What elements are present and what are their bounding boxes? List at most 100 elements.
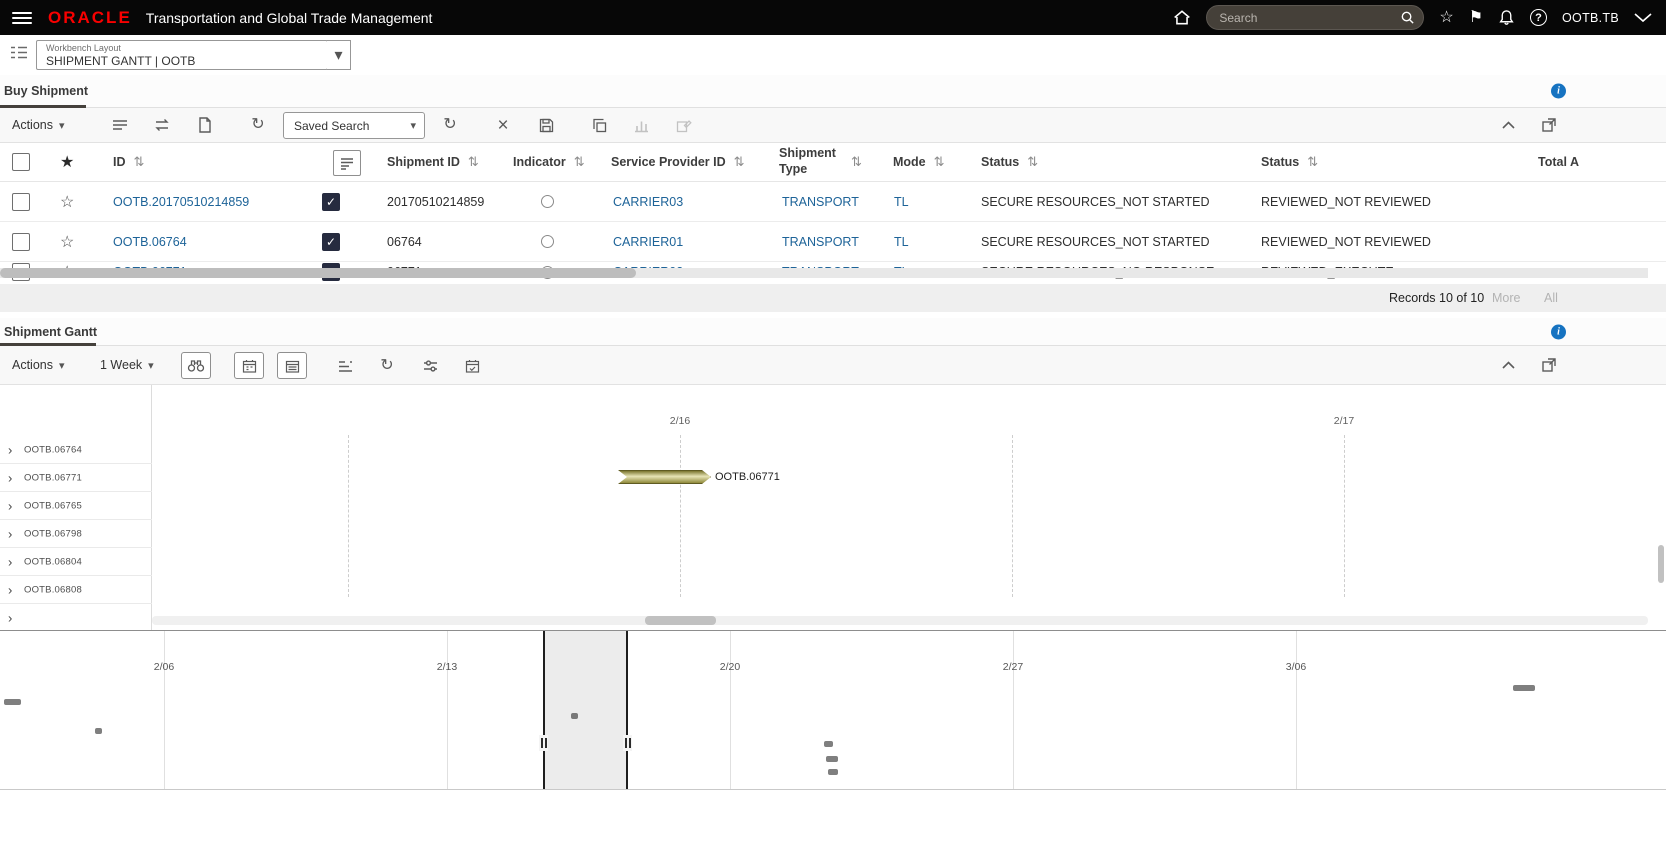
info-icon[interactable] [1551, 83, 1566, 99]
mode-link[interactable]: TL [894, 222, 909, 261]
shipment-type-link[interactable]: TRANSPORT [782, 182, 859, 221]
service-provider-link[interactable]: CARRIER03 [613, 182, 683, 221]
sort-icon[interactable] [1027, 154, 1038, 170]
table-row[interactable]: OOTB.20170510214859 20170510214859 CARRI… [0, 182, 1666, 222]
info-icon[interactable] [1551, 324, 1566, 339]
schedule-calendar-icon[interactable] [458, 352, 486, 380]
sort-icon[interactable] [851, 154, 862, 170]
gantt-shipment-bar[interactable] [618, 470, 711, 484]
gantt-row-header[interactable]: OOTB.06804 [0, 548, 152, 576]
gantt-chart-area[interactable]: 2/16 2/17 OOTB.06764 OOTB.06771 OOTB.067… [0, 385, 1666, 630]
overview-shipment-mark [828, 769, 838, 775]
tab-shipment-gantt[interactable]: Shipment Gantt [4, 325, 97, 339]
gantt-zoom-range-button[interactable]: 1 Week [100, 346, 154, 384]
flag-icon[interactable] [1469, 10, 1483, 26]
tab-buy-shipment[interactable]: Buy Shipment [4, 84, 88, 98]
all-button[interactable]: All [1544, 291, 1558, 305]
table-menu-button[interactable] [333, 150, 361, 176]
service-provider-link[interactable]: CARRIER01 [613, 222, 683, 261]
notifications-bell-icon[interactable] [1498, 9, 1515, 26]
expand-chevron-icon[interactable] [8, 612, 12, 625]
selection-left-resize-handle[interactable] [539, 735, 548, 751]
sort-icon[interactable] [134, 154, 145, 170]
gantt-vertical-scrollbar[interactable] [1658, 545, 1664, 583]
global-search-box[interactable] [1206, 5, 1425, 30]
collapse-panel-icon[interactable] [1498, 361, 1518, 369]
gantt-overview-timeline[interactable]: 2/06 2/13 2/20 2/27 3/06 [0, 630, 1666, 790]
col-header-shipment-type: Shipment Type [779, 146, 836, 176]
scrollbar-thumb[interactable] [645, 616, 716, 625]
workbench-layout-dropdown-icon[interactable] [327, 40, 351, 70]
workbench-layout-field[interactable]: Workbench Layout SHIPMENT GANTT | OOTB [36, 40, 328, 70]
favorite-column-star-icon[interactable] [60, 143, 74, 181]
search-icon[interactable] [1400, 10, 1415, 25]
reload-icon[interactable] [244, 111, 272, 139]
gantt-row-header[interactable]: OOTB.06808 [0, 576, 152, 604]
maximize-panel-icon[interactable] [1538, 357, 1560, 373]
col-header-mode: Mode [893, 155, 926, 169]
user-menu-label[interactable]: OOTB.TB [1562, 11, 1619, 25]
gantt-row-labels-column: OOTB.06764 OOTB.06771 OOTB.06765 OOTB.06… [0, 385, 152, 630]
saved-search-select[interactable]: Saved Search [283, 112, 425, 139]
row-checkbox[interactable] [12, 192, 30, 211]
duplicate-copy-icon[interactable] [585, 111, 613, 139]
expand-chevron-icon[interactable] [8, 527, 12, 540]
shipment-id-link[interactable]: OOTB.06764 [113, 222, 187, 261]
row-star-icon[interactable] [60, 182, 74, 221]
search-input[interactable] [1219, 10, 1401, 25]
find-binoculars-icon[interactable] [181, 352, 211, 379]
gantt-row-header[interactable]: OOTB.06798 [0, 520, 152, 548]
selection-right-resize-handle[interactable] [623, 735, 632, 751]
gantt-row-header[interactable]: OOTB.06771 [0, 464, 152, 492]
gantt-horizontal-scrollbar[interactable] [152, 616, 1648, 625]
workbench-list-icon[interactable] [10, 45, 28, 61]
gantt-actions-menu-button[interactable]: Actions [12, 346, 65, 384]
overview-date: 3/06 [1285, 661, 1307, 673]
clear-search-icon[interactable] [489, 111, 517, 139]
gantt-row-header[interactable]: OOTB.06764 [0, 436, 152, 464]
favorites-star-icon[interactable] [1439, 10, 1453, 26]
select-all-checkbox[interactable] [12, 153, 30, 171]
save-icon[interactable] [532, 111, 560, 139]
export-document-icon[interactable] [191, 111, 219, 139]
row-star-icon[interactable] [60, 222, 74, 261]
refresh-search-icon[interactable] [436, 111, 464, 139]
overview-selection-window[interactable] [539, 631, 632, 789]
maximize-panel-icon[interactable] [1538, 117, 1560, 133]
expand-chevron-icon[interactable] [8, 583, 12, 596]
scrollbar-thumb[interactable] [0, 268, 636, 278]
table-columns-icon[interactable] [106, 111, 134, 139]
shipment-id-link[interactable]: OOTB.20170510214859 [113, 182, 249, 221]
collapse-panel-icon[interactable] [1498, 121, 1518, 129]
expand-chevron-icon[interactable] [8, 471, 12, 484]
expand-chevron-icon[interactable] [8, 499, 12, 512]
row-checkbox[interactable] [12, 232, 30, 251]
sort-icon[interactable] [574, 154, 585, 170]
row-height-icon[interactable] [331, 352, 359, 380]
gantt-row-header[interactable]: OOTB.06765 [0, 492, 152, 520]
expand-chevron-icon[interactable] [8, 443, 12, 456]
calendar-list-icon[interactable] [277, 352, 307, 379]
table-horizontal-scrollbar[interactable] [0, 268, 1648, 278]
expand-chevron-icon[interactable] [8, 555, 12, 568]
row-flag-checkbox[interactable] [322, 192, 340, 211]
table-row[interactable]: OOTB.06764 06764 CARRIER01 TRANSPORT TL … [0, 222, 1666, 262]
shipment-type-link[interactable]: TRANSPORT [782, 222, 859, 261]
calendar-grid-icon[interactable] [234, 352, 264, 379]
settings-sliders-icon[interactable] [416, 352, 444, 380]
more-button[interactable]: More [1492, 291, 1520, 305]
user-chevron-down-icon[interactable] [1634, 12, 1652, 23]
sort-icon[interactable] [934, 154, 945, 170]
hamburger-menu-icon[interactable] [12, 11, 32, 24]
sort-icon[interactable] [1307, 154, 1318, 170]
row-flag-checkbox[interactable] [322, 232, 340, 251]
actions-menu-button[interactable]: Actions [12, 108, 65, 142]
mode-link[interactable]: TL [894, 182, 909, 221]
gantt-refresh-icon[interactable] [373, 352, 401, 380]
compare-swap-icon[interactable] [148, 111, 176, 139]
sort-icon[interactable] [468, 154, 479, 170]
help-icon[interactable] [1530, 9, 1548, 26]
home-icon[interactable] [1173, 9, 1191, 26]
sort-icon[interactable] [734, 154, 745, 170]
gantt-row-header[interactable] [0, 604, 152, 632]
